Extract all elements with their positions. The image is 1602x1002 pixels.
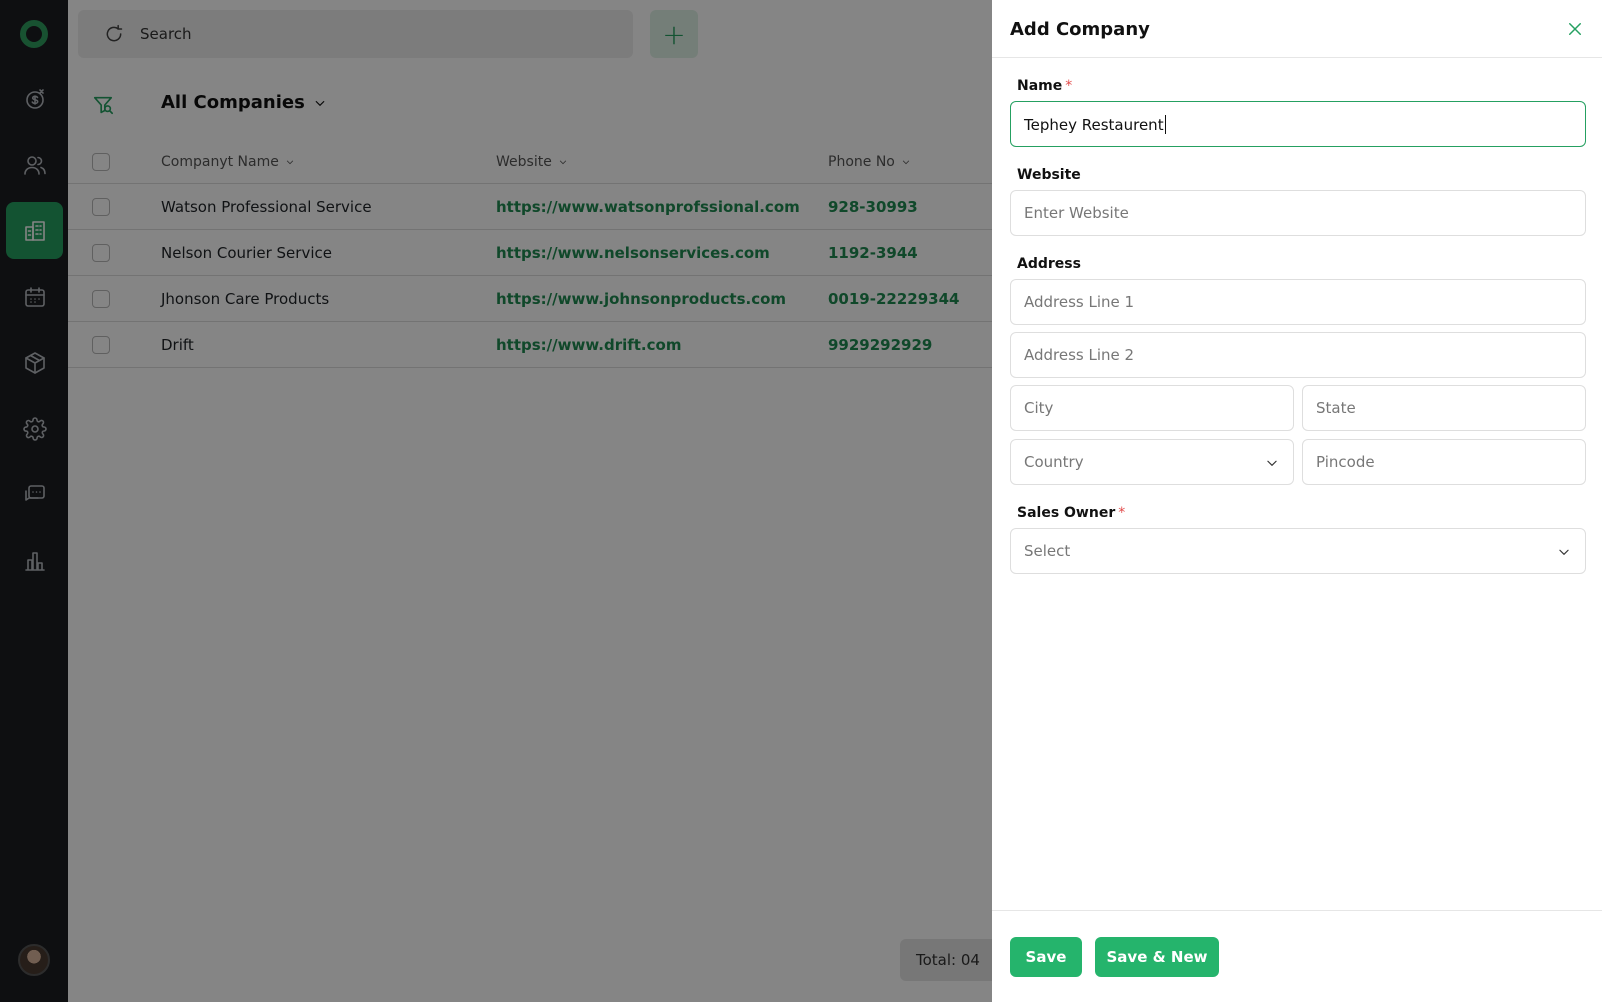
- required-marker: *: [1118, 505, 1126, 521]
- close-icon: [1569, 23, 1581, 35]
- country-select[interactable]: Country: [1010, 439, 1294, 485]
- sales-owner-label: Sales Owner *: [1017, 505, 1126, 521]
- drawer-header: Add Company: [992, 0, 1602, 58]
- sales-owner-select[interactable]: Select: [1010, 528, 1586, 574]
- website-label: Website: [1017, 167, 1081, 183]
- save-button[interactable]: Save: [1010, 937, 1082, 977]
- chevron-down-icon: [1557, 545, 1571, 559]
- website-input[interactable]: Enter Website: [1010, 190, 1586, 236]
- address-line-1-input[interactable]: Address Line 1: [1010, 279, 1586, 325]
- drawer-footer: Save Save & New: [992, 910, 1602, 1002]
- name-input-value: Tephey Restaurent: [1024, 115, 1166, 134]
- save-and-new-button[interactable]: Save & New: [1095, 937, 1219, 977]
- add-company-drawer: Add Company Name * Tephey Restaurent Webs…: [992, 0, 1602, 1002]
- country-select-value: Country: [1024, 453, 1084, 471]
- state-input[interactable]: State: [1302, 385, 1586, 431]
- address-line-2-input[interactable]: Address Line 2: [1010, 332, 1586, 378]
- city-input[interactable]: City: [1010, 385, 1294, 431]
- name-input[interactable]: Tephey Restaurent: [1010, 101, 1586, 147]
- sales-owner-select-value: Select: [1024, 542, 1071, 560]
- close-button[interactable]: [1566, 20, 1586, 40]
- chevron-down-icon: [1265, 456, 1279, 470]
- pincode-input[interactable]: Pincode: [1302, 439, 1586, 485]
- address-label: Address: [1017, 256, 1081, 272]
- required-marker: *: [1065, 78, 1073, 94]
- name-label: Name *: [1017, 78, 1073, 94]
- drawer-title: Add Company: [1010, 19, 1150, 40]
